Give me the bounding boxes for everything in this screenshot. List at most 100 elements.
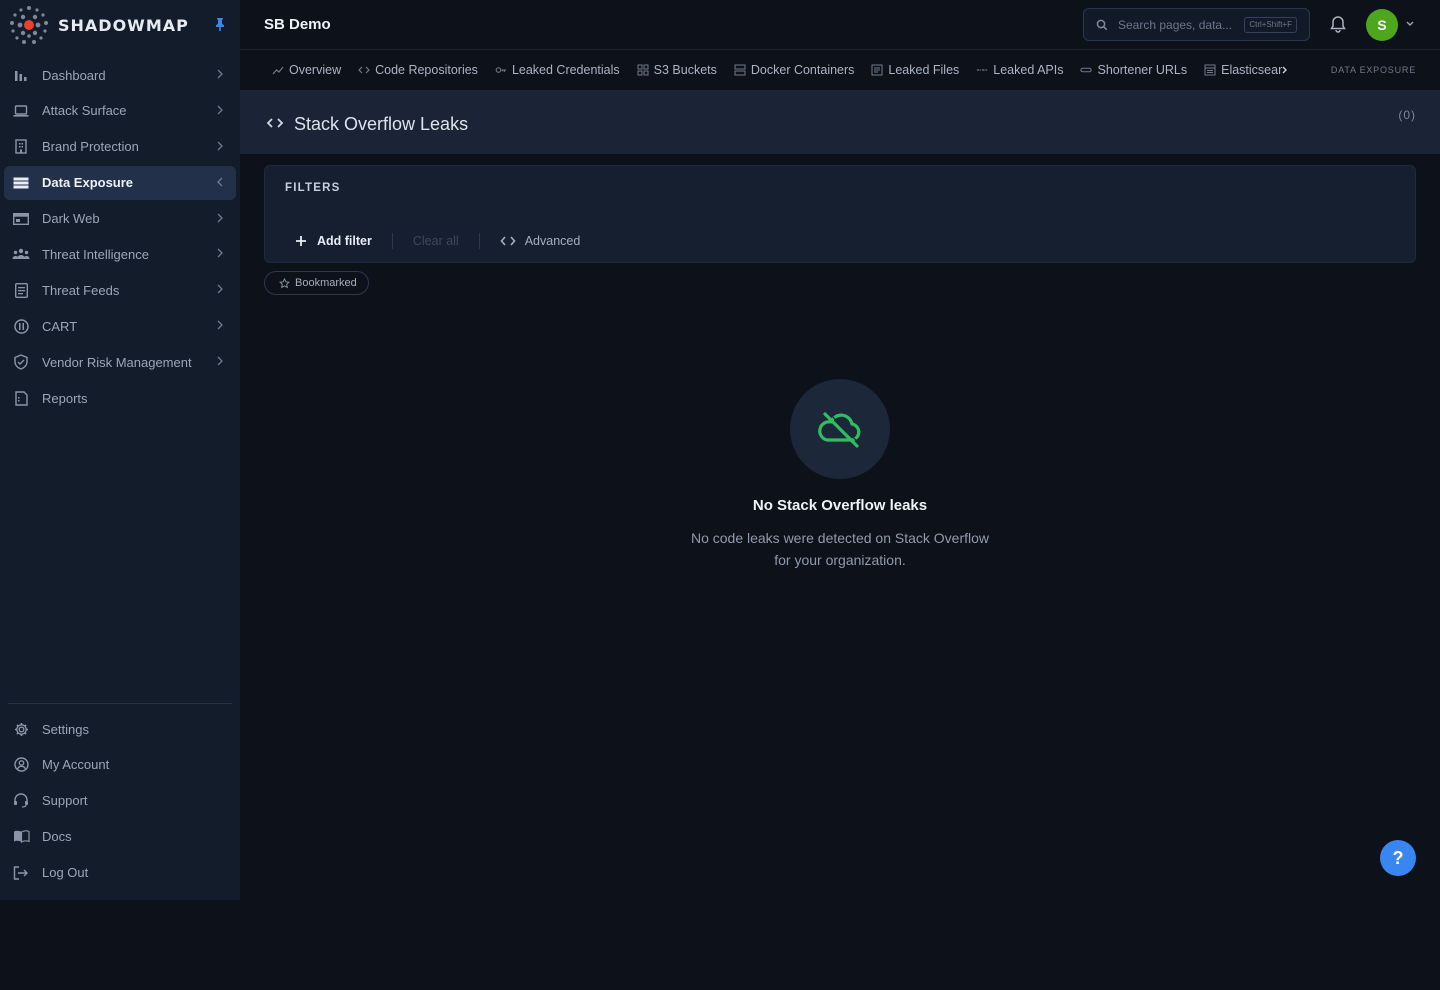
sidebar-item-label: Attack Surface	[42, 103, 127, 119]
search-icon	[1096, 19, 1108, 30]
chevron-right-icon	[217, 69, 223, 79]
chevron-right-icon	[217, 320, 223, 330]
sidebar-item-docs[interactable]: Docs	[4, 820, 236, 854]
gear-icon	[12, 720, 30, 738]
tab-elasticsearch[interactable]: Elasticsear	[1204, 63, 1289, 77]
sidebar-item-label: Reports	[42, 390, 88, 406]
avatar[interactable]: S	[1366, 9, 1398, 41]
clear-all-button[interactable]: Clear all	[413, 234, 459, 248]
search-input[interactable]: Search pages, data... Ctrl+Shift+F	[1083, 8, 1310, 41]
users-icon	[12, 245, 30, 263]
add-filter-button[interactable]: Add filter	[295, 234, 372, 248]
tab-label: Shortener URLs	[1097, 63, 1188, 77]
pin-icon[interactable]	[214, 17, 226, 31]
filter-actions: Add filter Clear all Advanced	[295, 232, 580, 250]
sidebar-item-label: Dark Web	[42, 211, 100, 227]
sidebar-item-threat-feeds[interactable]: Threat Feeds	[4, 273, 236, 307]
tab-code-repositories[interactable]: Code Repositories	[358, 63, 478, 77]
headset-icon	[12, 792, 30, 810]
sidebar-item-dark-web[interactable]: Dark Web	[4, 202, 236, 236]
page-header: Stack Overflow Leaks (0)	[240, 90, 1440, 154]
sidebar-item-reports[interactable]: Reports	[4, 381, 236, 415]
api-icon	[977, 69, 988, 71]
code-icon	[266, 118, 284, 128]
report-icon	[12, 389, 30, 407]
sidebar-item-label: Threat Feeds	[42, 282, 120, 298]
chevron-right-icon[interactable]	[1281, 65, 1289, 75]
divider	[478, 233, 480, 249]
brand-logo[interactable]: SHADOWMAP	[8, 4, 189, 46]
chevron-right-icon	[217, 284, 223, 294]
tab-label: Docker Containers	[750, 63, 855, 77]
sidebar: SHADOWMAP Dashboard Attack Surface Brand…	[0, 0, 240, 900]
bar-chart-icon	[12, 66, 30, 84]
code-icon	[500, 236, 516, 246]
chevron-down-icon[interactable]	[1405, 20, 1415, 28]
building-icon	[12, 138, 30, 156]
document-icon	[12, 281, 30, 299]
advanced-label: Advanced	[524, 234, 581, 248]
search-shortcut-badge: Ctrl+Shift+F	[1244, 17, 1297, 33]
sidebar-item-label: Docs	[42, 829, 72, 845]
sidebar-item-threat-intelligence[interactable]: Threat Intelligence	[4, 237, 236, 271]
browser-icon	[12, 210, 30, 228]
empty-state-title: No Stack Overflow leaks	[752, 497, 928, 514]
tab-label: Leaked Files	[888, 63, 960, 77]
sidebar-item-attack-surface[interactable]: Attack Surface	[4, 94, 236, 128]
page-title: Stack Overflow Leaks	[294, 114, 469, 134]
sidebar-bottom-nav: Settings My Account Support Docs Log Out	[4, 712, 236, 891]
add-filter-label: Add filter	[317, 234, 372, 248]
shadowmap-logo-icon	[10, 6, 48, 44]
advanced-filter-button[interactable]: Advanced	[500, 234, 581, 248]
book-icon	[12, 828, 30, 846]
sidebar-item-cart[interactable]: CART	[4, 309, 236, 343]
bookmarked-label: Bookmarked	[295, 277, 357, 289]
tab-label: Leaked APIs	[993, 63, 1064, 77]
filters-title: FILTERS	[285, 182, 341, 194]
sidebar-item-log-out[interactable]: Log Out	[4, 856, 236, 890]
code-icon	[358, 66, 370, 74]
sidebar-item-dashboard[interactable]: Dashboard	[4, 58, 236, 92]
sidebar-item-label: Support	[42, 793, 88, 809]
sidebar-item-brand-protection[interactable]: Brand Protection	[4, 130, 236, 164]
chevron-right-icon	[217, 141, 223, 151]
filters-panel: FILTERS Add filter Clear all Advanced	[264, 165, 1416, 263]
sidebar-item-label: Vendor Risk Management	[42, 354, 192, 370]
tab-overview[interactable]: Overview	[272, 63, 341, 77]
empty-state-line: for your organization.	[774, 552, 906, 568]
sidebar-item-support[interactable]: Support	[4, 784, 236, 818]
cloud-off-icon	[818, 410, 861, 448]
sidebar-item-label: My Account	[42, 757, 110, 773]
file-icon	[871, 64, 883, 76]
tab-shortener-urls[interactable]: Shortener URLs	[1080, 63, 1187, 77]
sidebar-item-data-exposure[interactable]: Data Exposure	[4, 165, 236, 200]
tab-label: Code Repositories	[375, 63, 478, 77]
help-button[interactable]: ?	[1380, 840, 1416, 876]
bell-icon[interactable]	[1329, 15, 1347, 33]
brand-name: SHADOWMAP	[58, 15, 189, 35]
top-bar: SB Demo Search pages, data... Ctrl+Shift…	[240, 0, 1440, 50]
sidebar-item-vendor-risk-management[interactable]: Vendor Risk Management	[4, 345, 236, 379]
table-icon	[1204, 64, 1216, 76]
sidebar-item-my-account[interactable]: My Account	[4, 748, 236, 782]
empty-state-line: No code leaks were detected on Stack Ove…	[690, 530, 990, 546]
chevron-right-icon	[217, 356, 223, 366]
bookmarked-filter-chip[interactable]: Bookmarked	[264, 271, 369, 295]
org-name[interactable]: SB Demo	[264, 16, 331, 33]
shield-check-icon	[12, 353, 30, 371]
tab-docker-containers[interactable]: Docker Containers	[734, 63, 855, 77]
empty-state-icon-circle	[790, 379, 890, 479]
server-icon	[734, 64, 746, 76]
sidebar-item-label: Settings	[42, 721, 89, 737]
laptop-icon	[12, 102, 30, 120]
database-icon	[12, 174, 30, 192]
sidebar-item-label: Data Exposure	[42, 175, 134, 191]
tab-leaked-apis[interactable]: Leaked APIs	[976, 63, 1063, 77]
sidebar-divider	[8, 703, 232, 704]
tab-label: Leaked Credentials	[511, 63, 620, 77]
tab-leaked-files[interactable]: Leaked Files	[871, 63, 959, 77]
chevron-right-icon	[217, 105, 223, 115]
tab-s3-buckets[interactable]: S3 Buckets	[637, 63, 717, 77]
sidebar-item-settings[interactable]: Settings	[4, 712, 236, 746]
tab-leaked-credentials[interactable]: Leaked Credentials	[495, 63, 620, 77]
